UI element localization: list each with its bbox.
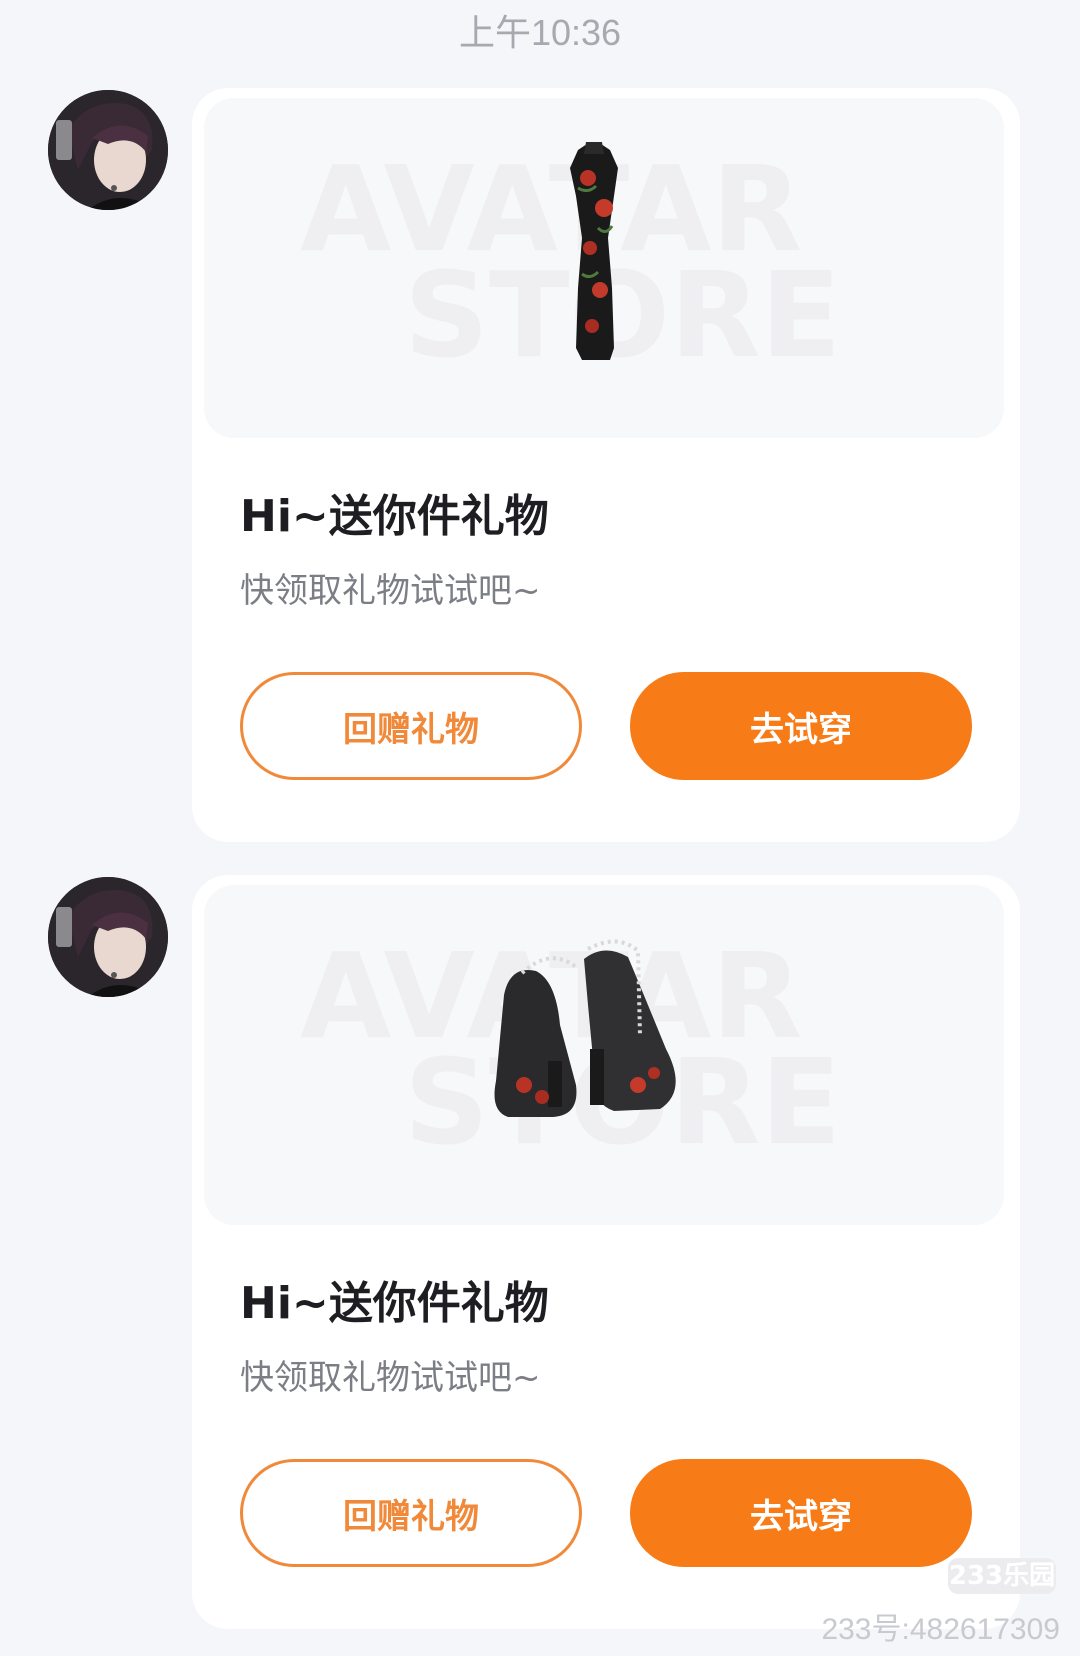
avatar[interactable] [48, 877, 168, 997]
chat-screen: 上午10:36 AVATAR STORE Hi~送你件礼物 快领取礼物试试吧~ … [0, 0, 1080, 1656]
site-watermark-id: 233号:482617309 [821, 1613, 1060, 1646]
gift-title: Hi~送你件礼物 [240, 1278, 549, 1329]
return-gift-button[interactable]: 回赠礼物 [240, 672, 582, 780]
gift-card: AVATAR STORE Hi~送你件礼物 快领取礼物试试吧~ 回赠礼物 去试穿 [192, 88, 1020, 842]
return-gift-button[interactable]: 回赠礼物 [240, 1459, 582, 1567]
message-timestamp: 上午10:36 [458, 12, 622, 53]
try-on-button[interactable]: 去试穿 [630, 672, 972, 780]
site-watermark-badge: 233乐园 [948, 1558, 1056, 1594]
gift-preview[interactable]: AVATAR STORE [204, 98, 1004, 438]
try-on-button[interactable]: 去试穿 [630, 1459, 972, 1567]
gift-title: Hi~送你件礼物 [240, 491, 549, 542]
high-heel-shoes-icon [494, 939, 676, 1117]
gift-preview[interactable]: AVATAR STORE [204, 885, 1004, 1225]
gift-subtitle: 快领取礼物试试吧~ [240, 571, 541, 611]
gift-subtitle: 快领取礼物试试吧~ [240, 1358, 541, 1398]
avatar[interactable] [48, 90, 168, 210]
gift-card: AVATAR STORE Hi~送你件礼物 快领取礼物试试吧~ [192, 875, 1020, 1629]
qipao-dress-icon [570, 142, 618, 360]
